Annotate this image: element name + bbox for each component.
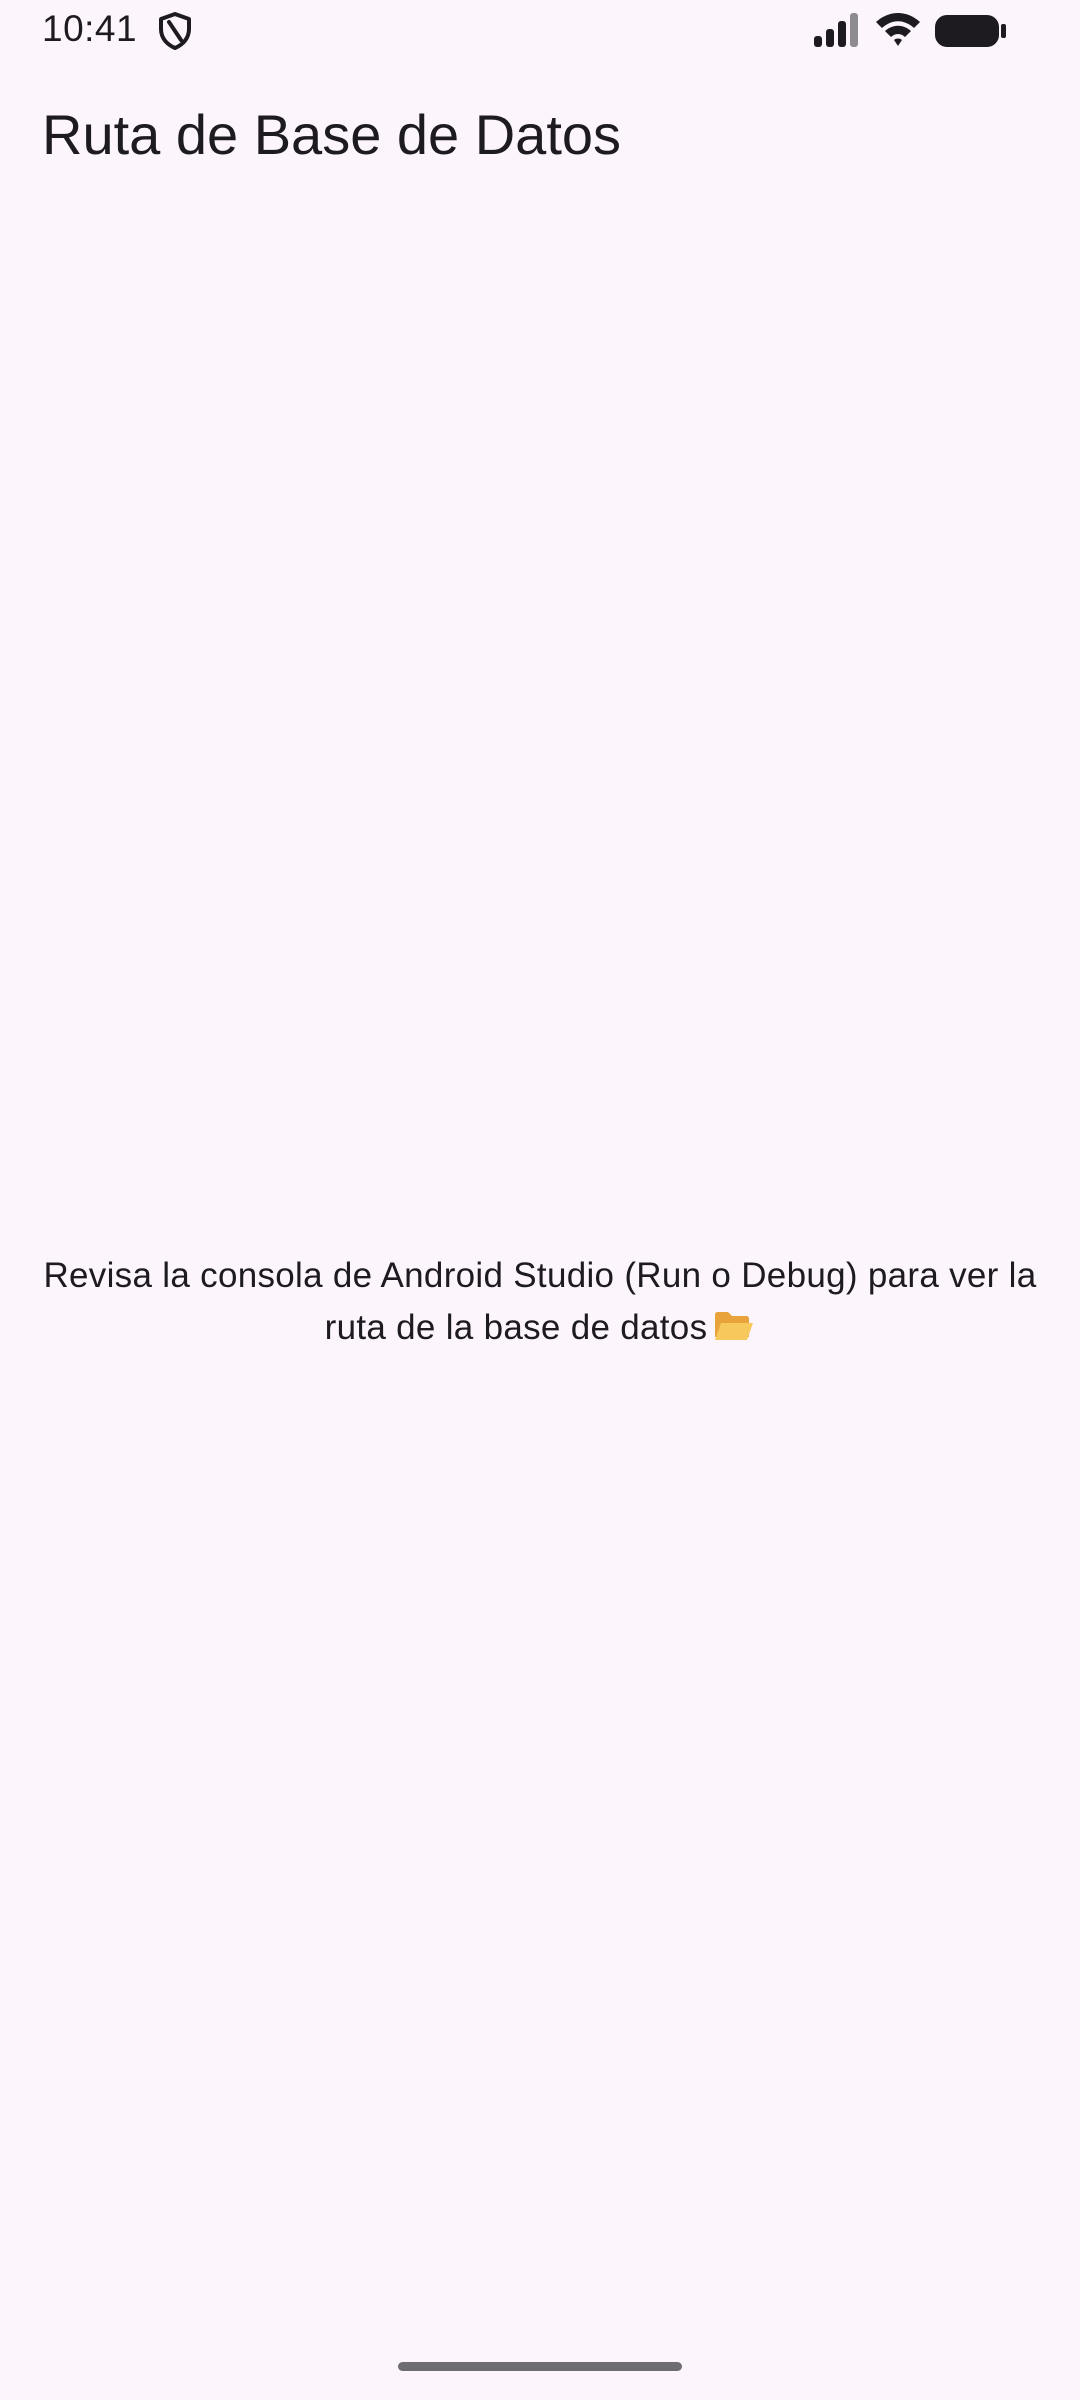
shield-icon — [159, 12, 191, 50]
page-title: Ruta de Base de Datos — [42, 103, 622, 166]
signal-icon — [814, 13, 858, 47]
info-message-line-1: Revisa la consola de Android Studio (Run… — [43, 1256, 1037, 1295]
status-time: 10:41 — [42, 8, 138, 49]
app-bar: Ruta de Base de Datos — [0, 62, 1080, 210]
battery-icon — [935, 15, 1006, 47]
open-folder-icon — [715, 1312, 754, 1340]
home-indicator[interactable] — [398, 2362, 682, 2371]
status-bar: 10:41 — [0, 0, 1080, 62]
info-message-line-2-wrap: ruta de la base de datos — [0, 1302, 1080, 1354]
wifi-icon — [876, 13, 920, 46]
info-message-line-2: ruta de la base de datos — [324, 1308, 708, 1347]
info-message: Revisa la consola de Android Studio (Run… — [0, 1250, 1080, 1354]
